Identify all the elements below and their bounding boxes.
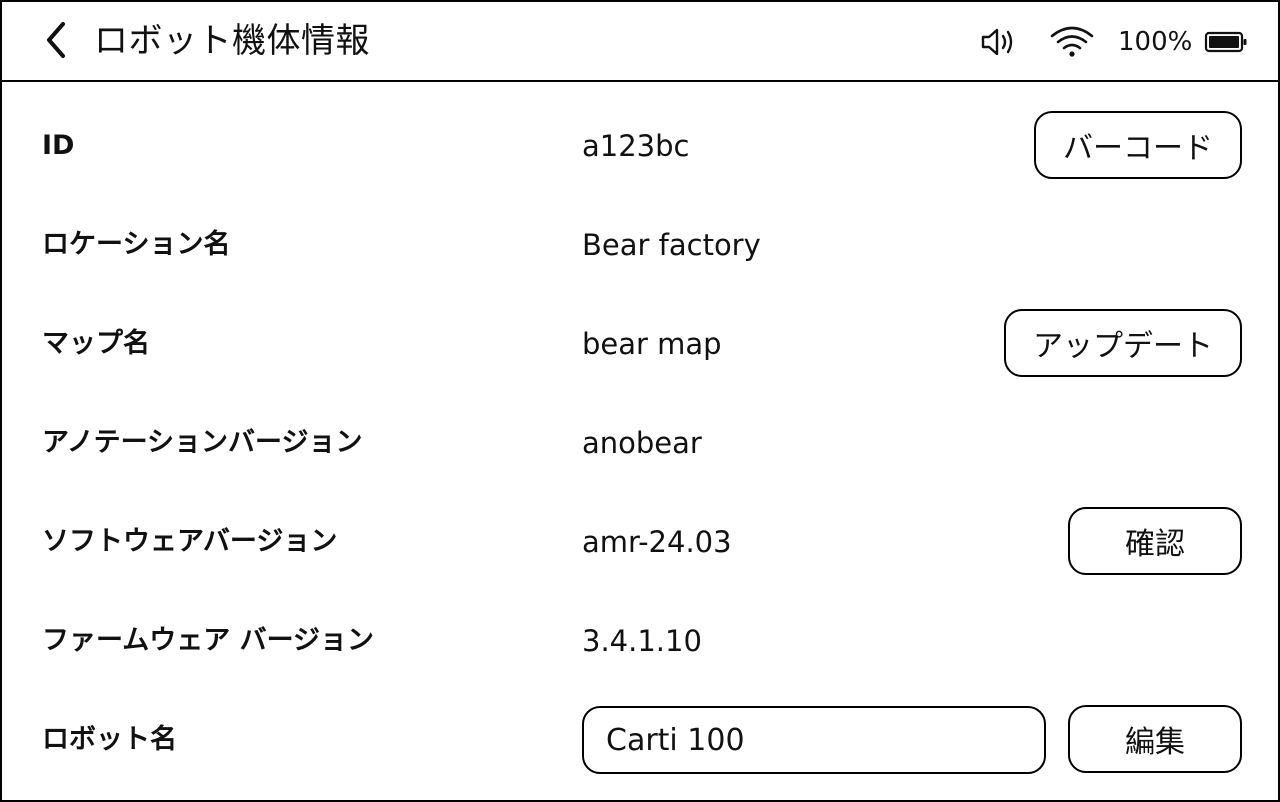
firmware-version-value: 3.4.1.10 (582, 624, 702, 658)
annotation-version-value: anobear (582, 426, 702, 460)
robot-name-label: ロボット名 (42, 724, 177, 755)
battery-icon (1204, 20, 1248, 64)
map-name-value: bear map (582, 327, 722, 361)
barcode-button[interactable]: バーコード (1034, 111, 1242, 179)
location-name-label: ロケーション名 (42, 229, 231, 260)
speaker-icon (978, 20, 1018, 64)
header-bar: ロボット機体情報 100% (2, 2, 1278, 82)
id-value: a123bc (582, 129, 690, 163)
software-version-label: ソフトウェアバージョン (42, 526, 338, 557)
software-version-value: amr-24.03 (582, 525, 732, 559)
page-title: ロボット機体情報 (94, 21, 370, 61)
screen-frame: ロボット機体情報 100% ID a123bc バーコード ロケーション名 Be… (0, 0, 1280, 802)
back-button[interactable] (34, 20, 78, 64)
location-name-value: Bear factory (582, 228, 761, 262)
chevron-left-icon (41, 20, 71, 64)
confirm-button[interactable]: 確認 (1068, 507, 1242, 575)
battery-percent: 100% (1118, 27, 1193, 57)
edit-button[interactable]: 編集 (1068, 705, 1242, 773)
annotation-version-label: アノテーションバージョン (42, 427, 363, 458)
id-label: ID (42, 130, 75, 161)
map-name-label: マップ名 (42, 328, 150, 359)
firmware-version-label: ファームウェア バージョン (42, 625, 375, 656)
update-button[interactable]: アップデート (1004, 309, 1242, 377)
wifi-icon (1048, 20, 1096, 64)
robot-name-input[interactable] (582, 706, 1046, 774)
